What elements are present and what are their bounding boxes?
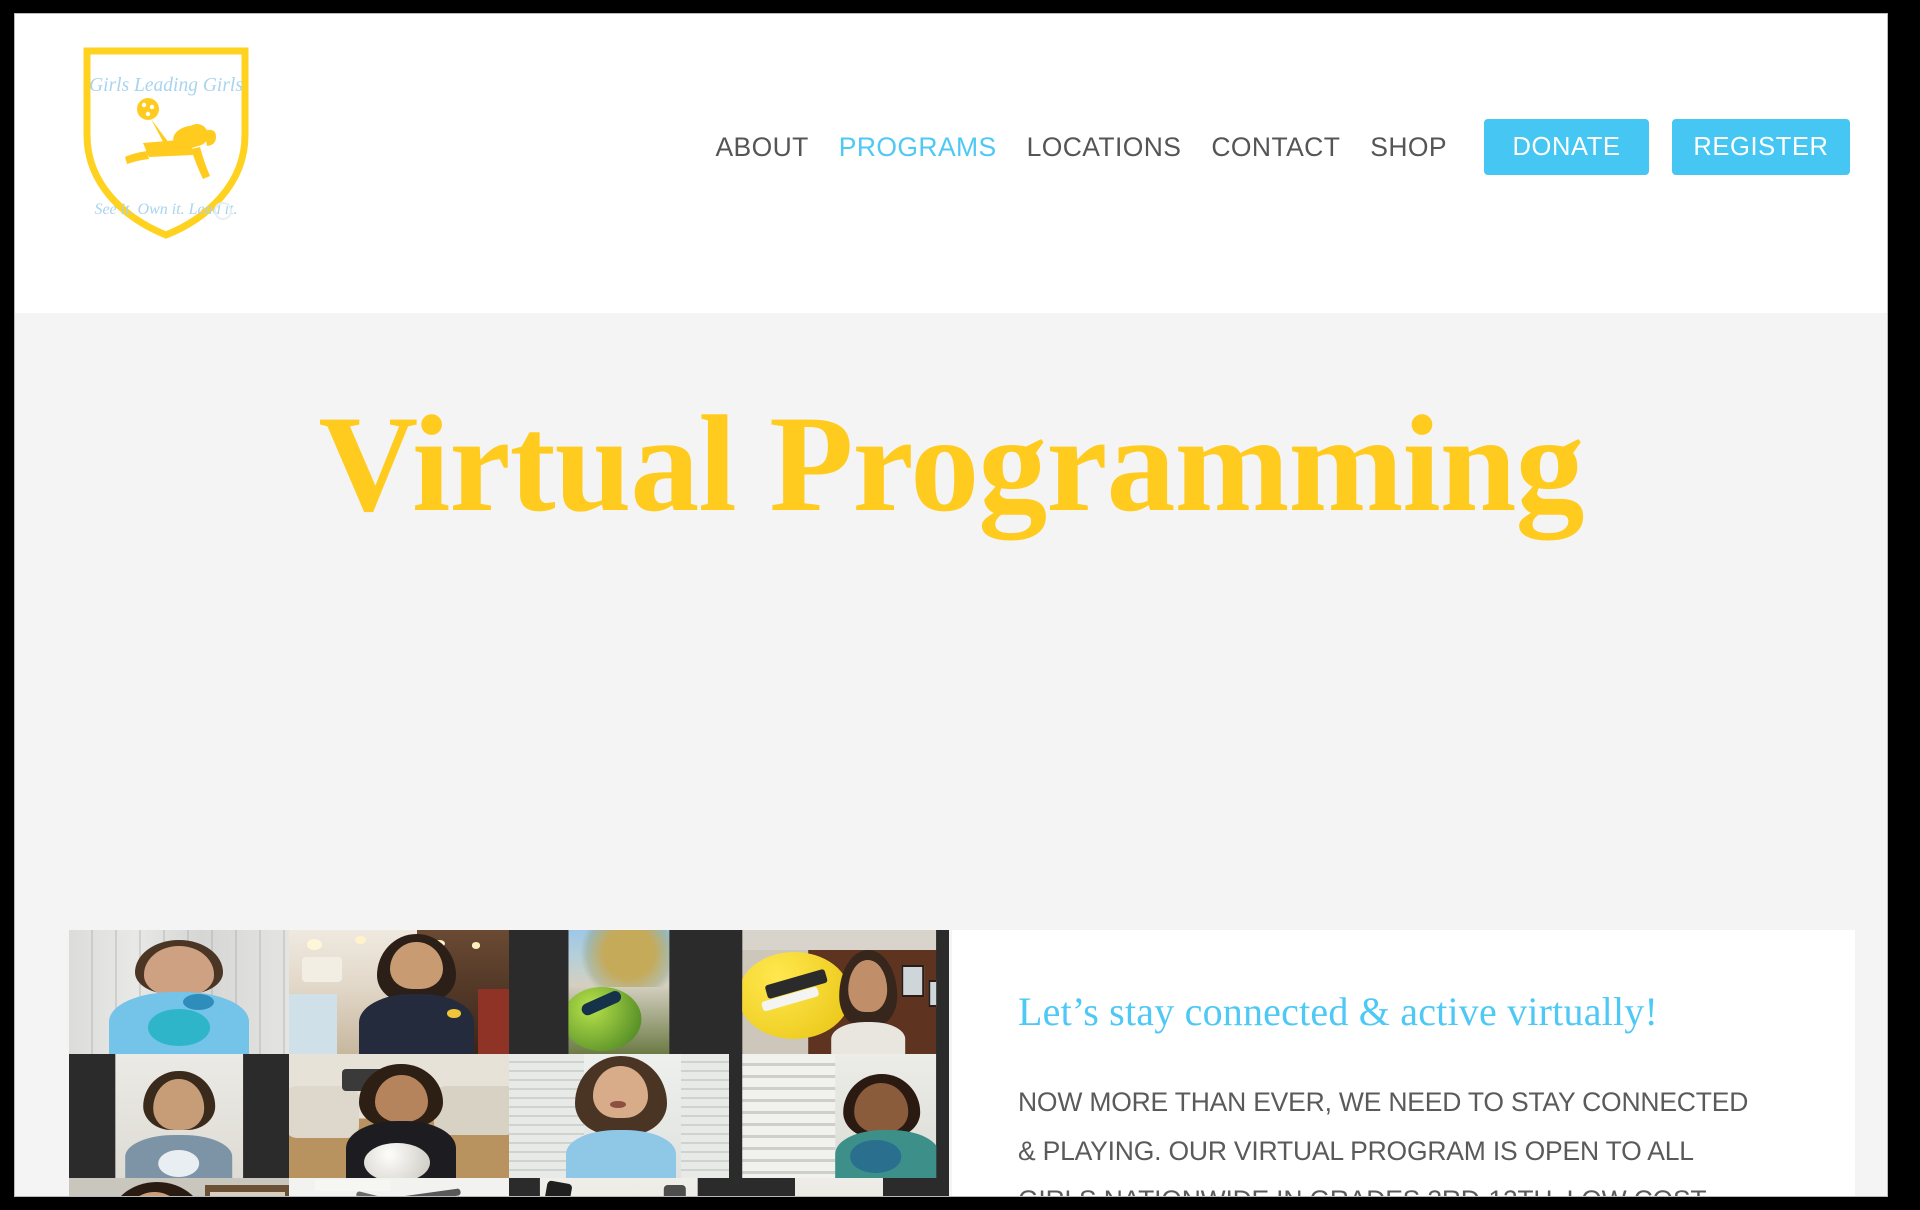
nav-item-about[interactable]: ABOUT bbox=[700, 134, 823, 161]
video-tile bbox=[509, 1177, 729, 1196]
video-tile bbox=[729, 930, 949, 1054]
video-tile bbox=[729, 1177, 949, 1196]
video-tile bbox=[289, 930, 509, 1054]
website-page: Girls Leading Girls See it. Own it. Lead… bbox=[14, 13, 1888, 1197]
body-copy: NOW MORE THAN EVER, WE NEED TO STAY CONN… bbox=[1018, 1078, 1758, 1196]
sub-heading: Let’s stay connected & active virtually! bbox=[1018, 989, 1658, 1034]
video-call-collage bbox=[69, 930, 949, 1196]
content-row: Let’s stay connected & active virtually!… bbox=[69, 930, 1855, 1196]
video-tile bbox=[69, 930, 289, 1054]
video-tile bbox=[509, 1053, 729, 1178]
nav-item-contact[interactable]: CONTACT bbox=[1196, 134, 1355, 161]
nav-item-programs[interactable]: PROGRAMS bbox=[824, 134, 1012, 161]
video-tile bbox=[509, 930, 729, 1054]
main-navigation: ABOUT PROGRAMS LOCATIONS CONTACT SHOP DO… bbox=[700, 119, 1850, 175]
nav-item-shop[interactable]: SHOP bbox=[1355, 134, 1462, 161]
site-header: Girls Leading Girls See it. Own it. Lead… bbox=[15, 14, 1887, 313]
donate-button[interactable]: DONATE bbox=[1484, 119, 1649, 175]
svg-text:Girls Leading Girls: Girls Leading Girls bbox=[89, 75, 243, 96]
site-logo[interactable]: Girls Leading Girls See it. Own it. Lead… bbox=[73, 39, 259, 243]
page-title: Virtual Programming bbox=[318, 387, 1585, 540]
hero-section: Virtual Programming Let’s stay connected… bbox=[15, 313, 1887, 1196]
body-text: NOW MORE THAN EVER, WE NEED TO STAY CONN… bbox=[1018, 1087, 1749, 1196]
video-tile bbox=[289, 1053, 509, 1178]
video-tile bbox=[69, 1053, 289, 1178]
video-tile bbox=[729, 1053, 949, 1178]
video-tile bbox=[69, 1177, 289, 1196]
register-button[interactable]: REGISTER bbox=[1672, 119, 1850, 175]
video-tile bbox=[289, 1177, 509, 1196]
nav-item-locations[interactable]: LOCATIONS bbox=[1012, 134, 1197, 161]
text-card: Let’s stay connected & active virtually!… bbox=[952, 930, 1855, 1196]
page-frame: Girls Leading Girls See it. Own it. Lead… bbox=[0, 0, 1920, 1210]
